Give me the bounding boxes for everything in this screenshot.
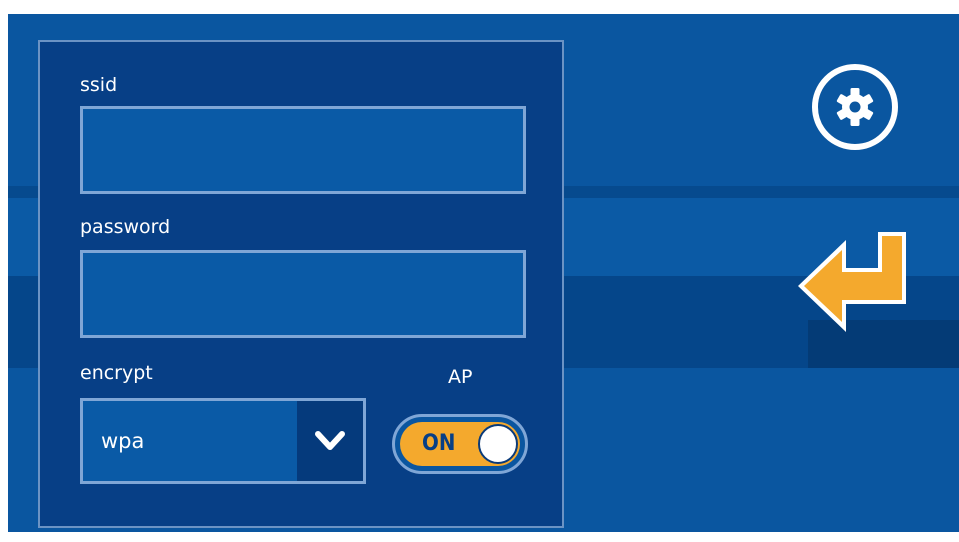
- encrypt-selected-value: wpa: [101, 429, 145, 453]
- enter-arrow-icon: [798, 232, 906, 332]
- enter-button[interactable]: [796, 230, 908, 334]
- bottom-border: [0, 532, 959, 542]
- encrypt-select[interactable]: wpa: [80, 398, 366, 484]
- password-label: password: [80, 216, 171, 238]
- ssid-input[interactable]: [80, 106, 526, 194]
- top-border: [0, 0, 959, 14]
- wifi-settings-panel: ssid password encrypt AP wpa ON: [38, 40, 564, 528]
- ap-toggle-text: ON: [422, 431, 456, 456]
- gear-icon: [836, 88, 874, 126]
- chevron-down-icon: [315, 431, 345, 450]
- left-border: [0, 14, 8, 532]
- ap-toggle-knob: [478, 424, 518, 464]
- encrypt-dropdown-button[interactable]: [297, 401, 363, 481]
- ap-toggle-track: ON: [400, 422, 520, 466]
- settings-button[interactable]: [812, 64, 898, 150]
- password-input[interactable]: [80, 250, 526, 338]
- ap-toggle[interactable]: ON: [392, 414, 528, 474]
- ssid-label: ssid: [80, 74, 118, 96]
- ap-label: AP: [448, 366, 473, 388]
- encrypt-label: encrypt: [80, 362, 153, 384]
